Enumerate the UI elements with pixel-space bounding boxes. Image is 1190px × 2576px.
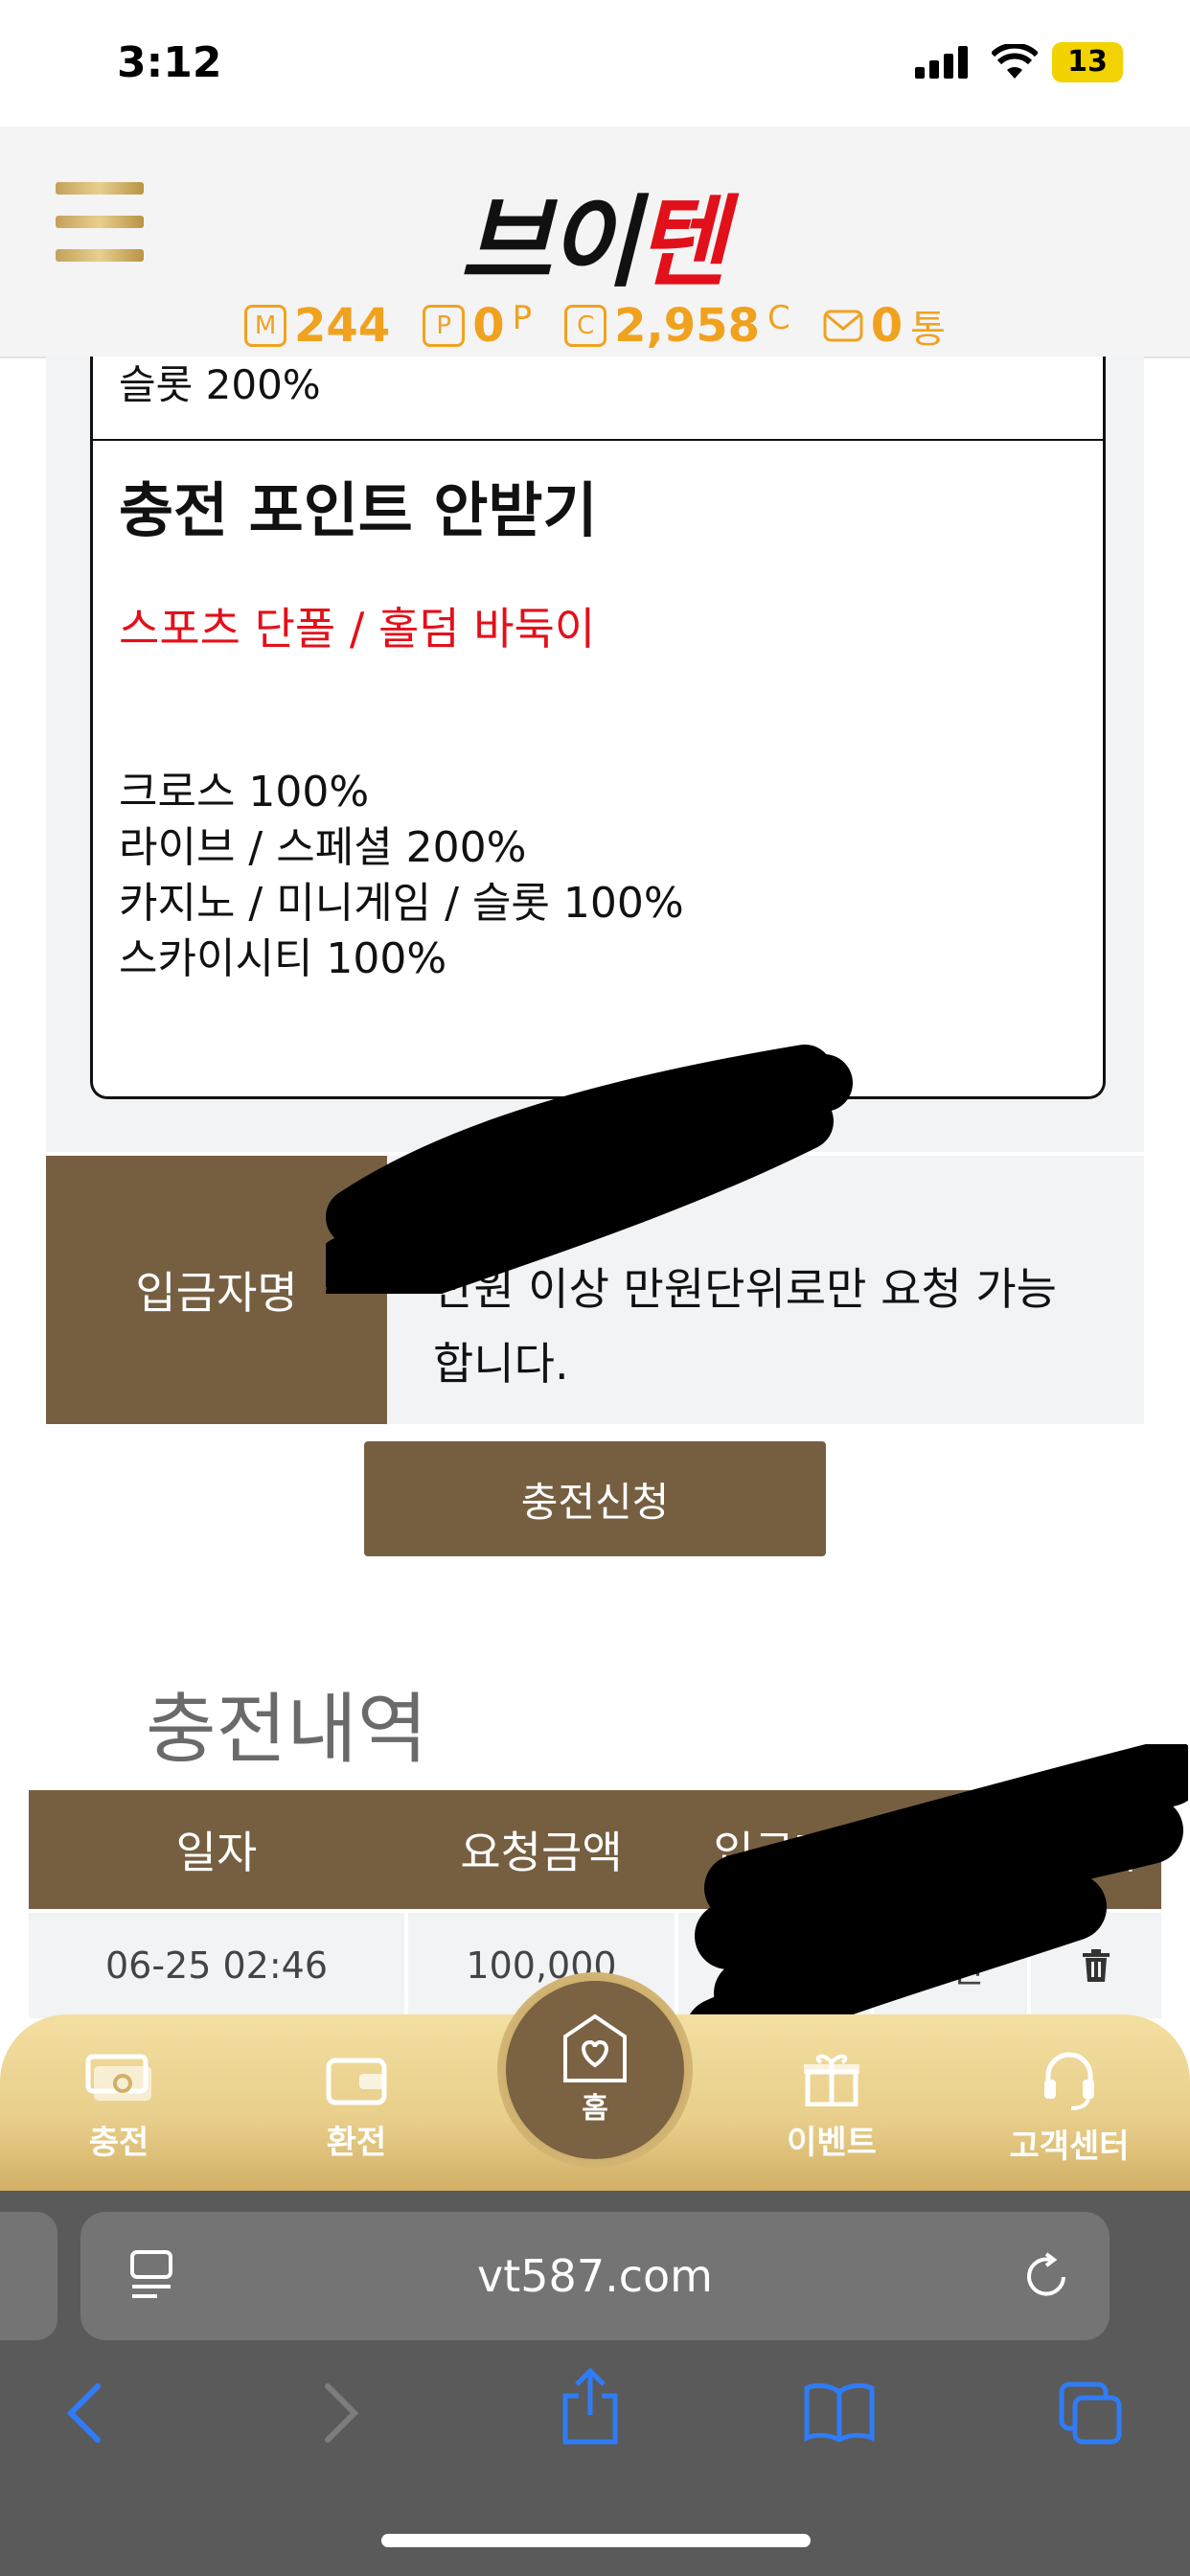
wallet-icon [326, 2058, 387, 2105]
forward-icon[interactable] [320, 2382, 362, 2444]
nav-exchange-label: 환전 [326, 2124, 387, 2162]
money-stack-icon [85, 2054, 151, 2101]
nav-home-button[interactable]: 홈 [506, 1981, 684, 2159]
message-value: 0 [870, 299, 904, 353]
back-icon[interactable] [63, 2382, 105, 2444]
battery-icon: 13 [1052, 42, 1123, 82]
message-count[interactable]: 0 통 [823, 298, 946, 354]
coin-balance[interactable]: C 2,958 C [564, 299, 790, 353]
row-date: 06-25 02:46 [29, 1913, 404, 2018]
message-unit: 통 [910, 308, 946, 352]
headset-icon [1044, 2052, 1094, 2110]
charge-history-title: 충전내역 [146, 1685, 428, 1774]
money-balance[interactable]: M 244 [244, 299, 390, 353]
address-bar-url[interactable]: vt587.com [80, 2212, 1110, 2340]
nav-event-label: 이벤트 [787, 2124, 877, 2162]
logo-text-red: 텐 [635, 184, 727, 301]
point-unit: P [512, 299, 533, 337]
nav-home-label: 홈 [582, 2092, 608, 2126]
nav-exchange[interactable]: 환전 [261, 2051, 452, 2163]
coin-value: 2,958 [614, 299, 760, 353]
page-menu-icon[interactable] [128, 2250, 174, 2300]
share-icon[interactable] [560, 2367, 621, 2446]
nav-charge[interactable]: 충전 [23, 2051, 215, 2163]
status-time: 3:12 [117, 38, 222, 87]
rate-line: 카지노 / 미니게임 / 슬롯 100% [119, 879, 684, 928]
nav-charge-label: 충전 [88, 2124, 149, 2162]
nav-customer-center-label: 고객센터 [1009, 2128, 1130, 2166]
money-value: 244 [294, 299, 391, 353]
site-logo[interactable]: 브이텐 [460, 161, 727, 306]
cellular-signal-icon [915, 46, 968, 79]
hamburger-menu-icon[interactable] [56, 182, 144, 263]
rate-line: 스카이시티 100% [119, 934, 447, 983]
money-icon: M [244, 305, 287, 347]
coin-icon: C [564, 305, 607, 347]
reload-icon[interactable] [1021, 2252, 1071, 2302]
logo-text-black: 브이 [460, 184, 639, 301]
coin-unit: C [767, 299, 790, 337]
rate-line: 라이브 / 스페셜 200% [119, 823, 527, 872]
redaction-scribble [326, 1045, 853, 1294]
wifi-icon [992, 44, 1038, 79]
nav-customer-center[interactable]: 고객센터 [973, 2051, 1165, 2167]
column-amount: 요청금액 [460, 1827, 623, 1878]
home-heart-icon [563, 2013, 627, 2082]
previous-tab-peek[interactable] [0, 2212, 57, 2340]
nav-event[interactable]: 이벤트 [736, 2051, 927, 2163]
tabs-icon[interactable] [1058, 2380, 1125, 2446]
no-point-option-highlight: 스포츠 단폴 / 홀덤 바둑이 [119, 603, 596, 655]
redaction-scribble [690, 1744, 1188, 2060]
point-balance[interactable]: P 0 P [423, 299, 532, 353]
charge-request-button[interactable]: 충전신청 [364, 1441, 826, 1556]
rate-line: 크로스 100% [119, 768, 370, 816]
gift-icon [804, 2054, 859, 2106]
bookmarks-icon[interactable] [803, 2382, 876, 2442]
point-icon: P [423, 305, 466, 347]
no-point-option-title: 충전 포인트 안받기 [119, 475, 598, 545]
mail-icon [823, 310, 863, 342]
previous-option-rate: 슬롯 200% [119, 361, 321, 408]
point-value: 0 [472, 299, 505, 353]
column-date: 일자 [175, 1827, 258, 1878]
home-indicator [381, 2534, 811, 2547]
